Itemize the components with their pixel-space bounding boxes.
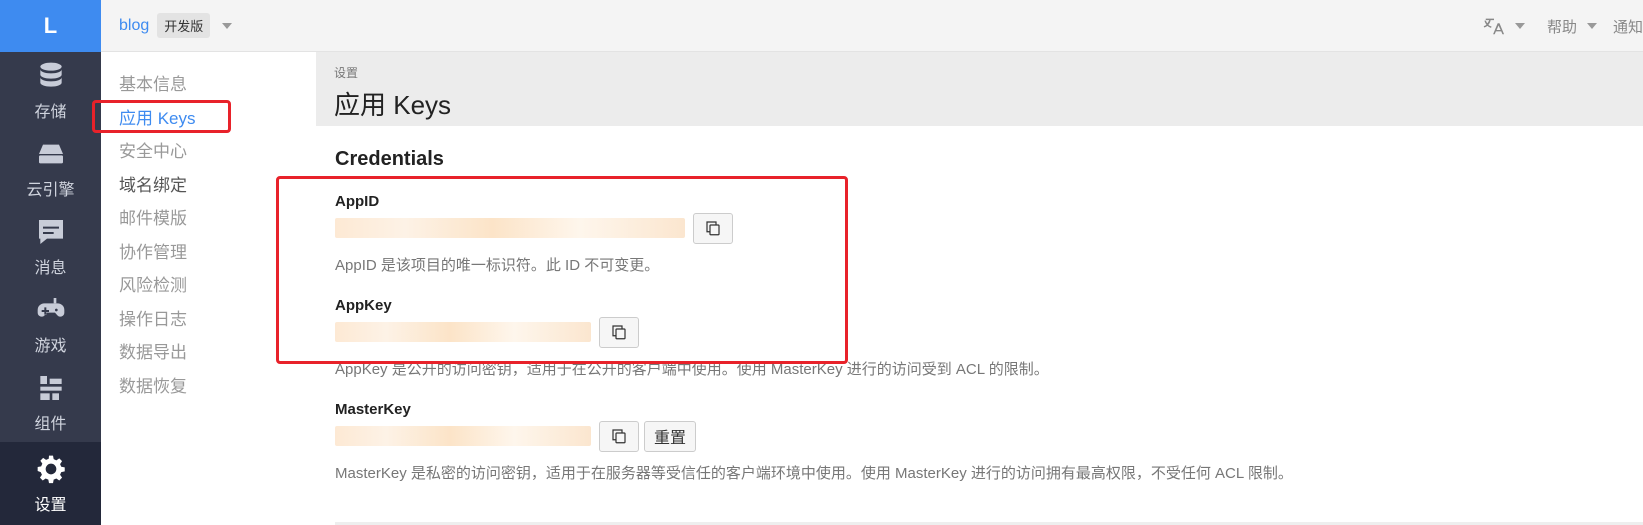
rail-item-label: 云引擎 <box>26 182 75 199</box>
database-icon <box>39 62 62 87</box>
masterkey-value-redacted[interactable] <box>335 426 591 446</box>
appkey-row <box>335 316 1624 348</box>
main-content: 设置 应用 Keys Credentials AppID AppID 是该项目的… <box>316 52 1643 525</box>
copy-masterkey-button[interactable] <box>599 420 639 452</box>
subnav-item-operation-log[interactable]: 操作日志 <box>101 303 316 337</box>
chevron-down-icon <box>1586 23 1597 29</box>
rail-item-cloud-engine[interactable]: 云引擎 <box>0 130 101 208</box>
rail-item-storage[interactable]: 存储 <box>0 52 101 130</box>
rail-item-label: 存储 <box>34 104 67 121</box>
appkey-label: AppKey <box>335 297 392 314</box>
subnav-item-email-templates[interactable]: 邮件模版 <box>101 202 316 236</box>
copy-icon <box>612 325 626 340</box>
top-right-actions: 帮助 通知 <box>1483 0 1643 52</box>
server-icon <box>38 144 63 164</box>
page-title: 应用 Keys <box>334 90 452 120</box>
rail-item-messages[interactable]: 消息 <box>0 208 101 286</box>
subnav-item-data-restore[interactable]: 数据恢复 <box>101 370 316 404</box>
rail-item-label: 游戏 <box>34 338 67 355</box>
rail-item-label: 组件 <box>34 416 67 433</box>
help-label: 帮助 <box>1546 18 1577 36</box>
rail-item-games[interactable]: 游戏 <box>0 286 101 364</box>
appid-value-redacted[interactable] <box>335 218 685 238</box>
credentials-section: Credentials AppID AppID 是该项目的唯一标识符。此 ID … <box>316 126 1643 505</box>
env-badge: 开发版 <box>157 13 211 38</box>
chevron-down-icon <box>1514 23 1525 29</box>
notifications-link[interactable]: 通知 <box>1613 16 1643 37</box>
appkey-value-redacted[interactable] <box>335 322 591 342</box>
masterkey-row: 重置 <box>335 420 1624 452</box>
subnav-item-security[interactable]: 安全中心 <box>101 135 316 169</box>
rail-item-label: 设置 <box>34 497 67 514</box>
language-switcher[interactable] <box>1483 15 1525 37</box>
page-header: 设置 应用 Keys <box>316 52 1643 126</box>
gear-icon <box>37 455 65 484</box>
help-menu[interactable]: 帮助 <box>1547 16 1597 37</box>
copy-appkey-button[interactable] <box>599 316 639 348</box>
rail-item-components[interactable]: 组件 <box>0 364 101 442</box>
copy-appid-button[interactable] <box>693 212 733 244</box>
gamepad-icon <box>37 298 64 317</box>
subnav-item-app-keys[interactable]: 应用 Keys <box>101 102 316 136</box>
rail-item-label: 消息 <box>34 260 67 277</box>
app-rail: L 存储 云引擎 消息 游戏 组件 设置 <box>0 0 101 525</box>
section-title: Credentials <box>335 148 444 170</box>
appid-label: AppID <box>335 193 380 210</box>
appid-help-text: AppID 是该项目的唯一标识符。此 ID 不可变更。 <box>335 257 660 274</box>
subnav-item-collaborators[interactable]: 协作管理 <box>101 236 316 270</box>
subnav-item-data-export[interactable]: 数据导出 <box>101 336 316 370</box>
app-name-link[interactable]: blog <box>119 17 149 35</box>
reset-masterkey-button[interactable]: 重置 <box>644 420 697 452</box>
app-logo[interactable]: L <box>0 0 101 52</box>
copy-icon <box>612 429 626 444</box>
subnav-item-risk-detection[interactable]: 风险检测 <box>101 269 316 303</box>
settings-subnav: 基本信息 应用 Keys 安全中心 域名绑定 邮件模版 协作管理 风险检测 操作… <box>101 52 316 525</box>
top-bar: blog 开发版 帮助 通知 <box>101 0 1643 52</box>
components-icon <box>39 376 62 400</box>
subnav-item-basic-info[interactable]: 基本信息 <box>101 68 316 102</box>
chevron-down-icon[interactable] <box>222 22 233 29</box>
breadcrumb[interactable]: 设置 <box>334 64 1625 81</box>
masterkey-help-text: MasterKey 是私密的访问密钥，适用于在服务器等受信任的客户端环境中使用。… <box>335 465 1293 482</box>
subnav-item-domain-binding[interactable]: 域名绑定 <box>101 169 316 203</box>
message-icon <box>38 220 63 244</box>
copy-icon <box>706 221 720 236</box>
rail-item-settings[interactable]: 设置 <box>0 442 101 525</box>
masterkey-label: MasterKey <box>335 401 411 418</box>
translate-icon <box>1483 18 1505 35</box>
appid-row <box>335 212 1624 244</box>
appkey-help-text: AppKey 是公开的访问密钥，适用于在公开的客户端中使用。使用 MasterK… <box>335 361 1049 378</box>
